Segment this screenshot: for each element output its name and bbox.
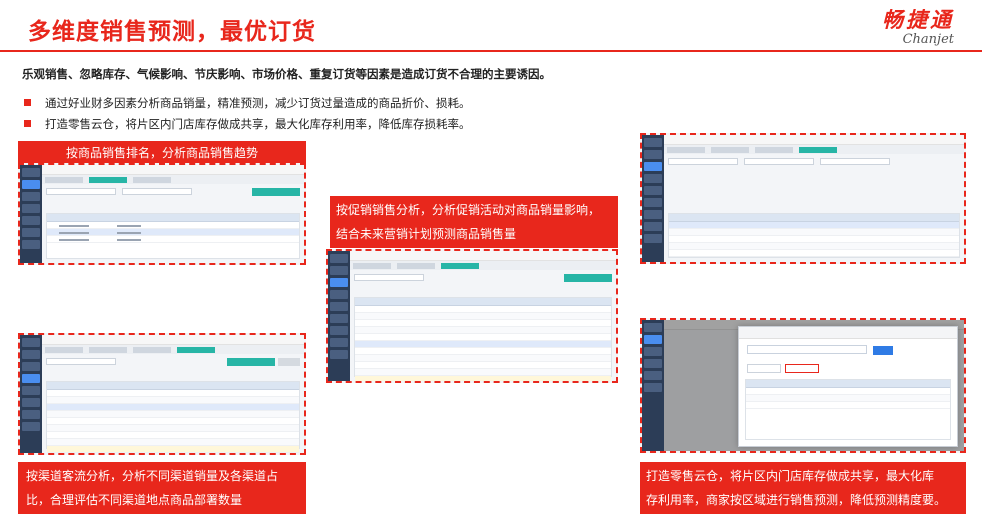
filter-toolbar <box>46 188 300 198</box>
app-tabbar <box>42 175 304 184</box>
bullet-item: 打造零售云仓，将片区内门店库存做成共享，最大化库存利用率，降低库存损耗率。 <box>24 113 471 134</box>
form-fields <box>668 158 960 192</box>
app-tabbar <box>350 261 616 270</box>
screenshot-stock-form <box>640 133 966 264</box>
nav-sidebar <box>20 335 42 453</box>
bullet-text: 通过好业财多因素分析商品销量，精准预测，减少订货过量造成的商品折价、损耗。 <box>45 95 471 110</box>
title-divider <box>0 50 982 52</box>
dialog-tab[interactable] <box>785 364 819 373</box>
callout-product-ranking: 按商品销售排名，分析商品销售趋势 <box>18 141 306 165</box>
app-tabbar <box>42 345 304 354</box>
filter-toolbar <box>46 358 300 368</box>
callout-text-line2: 比，合理评估不同渠道地点商品部署数量 <box>26 493 243 507</box>
app-tabbar <box>664 145 964 154</box>
screenshot-channel-analysis <box>18 333 306 455</box>
bullet-text: 打造零售云仓，将片区内门店库存做成共享，最大化库存利用率，降低库存损耗率。 <box>45 116 471 131</box>
slide: 多维度销售预测，最优订货 畅捷通 Chanjet 乐观销售、忽略库存、气候影响、… <box>0 0 982 518</box>
page-title: 多维度销售预测，最优订货 <box>28 19 316 45</box>
dialog-tab[interactable] <box>747 364 781 373</box>
dialog-grid <box>745 379 951 440</box>
callout-text-line2: 结合未来营销计划预测商品销售量 <box>336 227 517 241</box>
logo-english: Chanjet <box>902 32 954 47</box>
nav-sidebar <box>20 165 42 263</box>
data-grid <box>668 213 960 258</box>
screenshot-cloud-warehouse <box>640 318 966 453</box>
callout-text-line1: 按渠道客流分析，分析不同渠道销量及各渠道占 <box>26 469 279 483</box>
screenshot-promotion-analysis <box>326 249 618 383</box>
dialog-search-button[interactable] <box>873 346 893 355</box>
app-topbar <box>664 135 964 145</box>
nav-sidebar <box>642 320 664 451</box>
brand-logo: 畅捷通 Chanjet <box>882 4 954 47</box>
app-topbar <box>42 165 304 175</box>
data-grid <box>46 213 300 259</box>
app-topbar <box>42 335 304 345</box>
logo-chinese: 畅捷通 <box>882 8 954 32</box>
callout-text: 按商品销售排名，分析商品销售趋势 <box>65 146 258 160</box>
callout-text-line1: 按促销销售分析，分析促销活动对商品销量影响， <box>336 203 601 217</box>
bullet-square-icon <box>24 120 31 127</box>
data-grid <box>354 297 612 381</box>
data-grid <box>46 381 300 453</box>
bullet-square-icon <box>24 99 31 106</box>
callout-text-line1: 打造零售云仓，将片区内门店库存做成共享，最大化库 <box>646 469 935 483</box>
screenshot-product-ranking <box>18 163 306 265</box>
intro-text: 乐观销售、忽略库存、气候影响、节庆影响、市场价格、重复订货等因素是造成订货不合理… <box>22 67 551 81</box>
callout-text-line2: 存利用率，商家按区域进行销售预测，降低预测精度要。 <box>646 493 947 507</box>
add-product-dialog[interactable] <box>738 326 958 447</box>
nav-sidebar <box>328 251 350 381</box>
nav-sidebar <box>642 135 664 262</box>
callout-promotion: 按促销销售分析，分析促销活动对商品销量影响， 结合未来营销计划预测商品销售量 <box>330 196 618 248</box>
callout-channel: 按渠道客流分析，分析不同渠道销量及各渠道占 比，合理评估不同渠道地点商品部署数量 <box>18 462 306 514</box>
bullet-item: 通过好业财多因素分析商品销量，精准预测，减少订货过量造成的商品折价、损耗。 <box>24 92 471 113</box>
app-topbar <box>350 251 616 261</box>
filter-toolbar <box>354 274 612 284</box>
bullet-list: 通过好业财多因素分析商品销量，精准预测，减少订货过量造成的商品折价、损耗。 打造… <box>24 92 471 134</box>
dialog-search-input[interactable] <box>747 345 867 354</box>
callout-cloud-warehouse: 打造零售云仓，将片区内门店库存做成共享，最大化库 存利用率，商家按区域进行销售预… <box>640 462 966 514</box>
